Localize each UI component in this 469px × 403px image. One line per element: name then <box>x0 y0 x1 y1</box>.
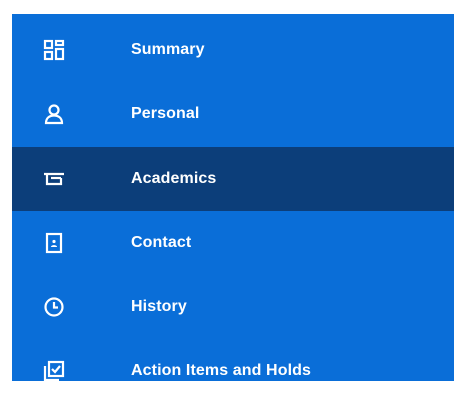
sidebar-item-personal[interactable]: Personal <box>12 82 454 146</box>
sidebar-item-label: Personal <box>131 105 200 122</box>
sidebar-item-summary[interactable]: Summary <box>12 18 454 82</box>
sidebar-item-label: History <box>131 298 187 315</box>
sidebar-item-history[interactable]: History <box>12 275 454 339</box>
person-icon <box>42 102 66 126</box>
mortarboard-icon <box>42 167 66 191</box>
sidebar-item-label: Contact <box>131 234 192 251</box>
clock-icon <box>42 295 66 319</box>
sidebar-item-label: Summary <box>131 41 205 58</box>
sidebar-item-contact[interactable]: Contact <box>12 211 454 275</box>
contact-book-icon <box>42 231 66 255</box>
sidebar-item-label: Action Items and Holds <box>131 362 311 379</box>
sidebar-menu: Summary Personal Academics Contact Histo… <box>12 14 454 382</box>
checklist-icon <box>42 359 66 383</box>
sidebar-item-label: Academics <box>131 170 217 187</box>
dashboard-grid-icon <box>42 38 66 62</box>
sidebar-item-academics[interactable]: Academics <box>12 147 454 211</box>
sidebar-item-action-items-and-holds[interactable]: Action Items and Holds <box>12 339 454 403</box>
